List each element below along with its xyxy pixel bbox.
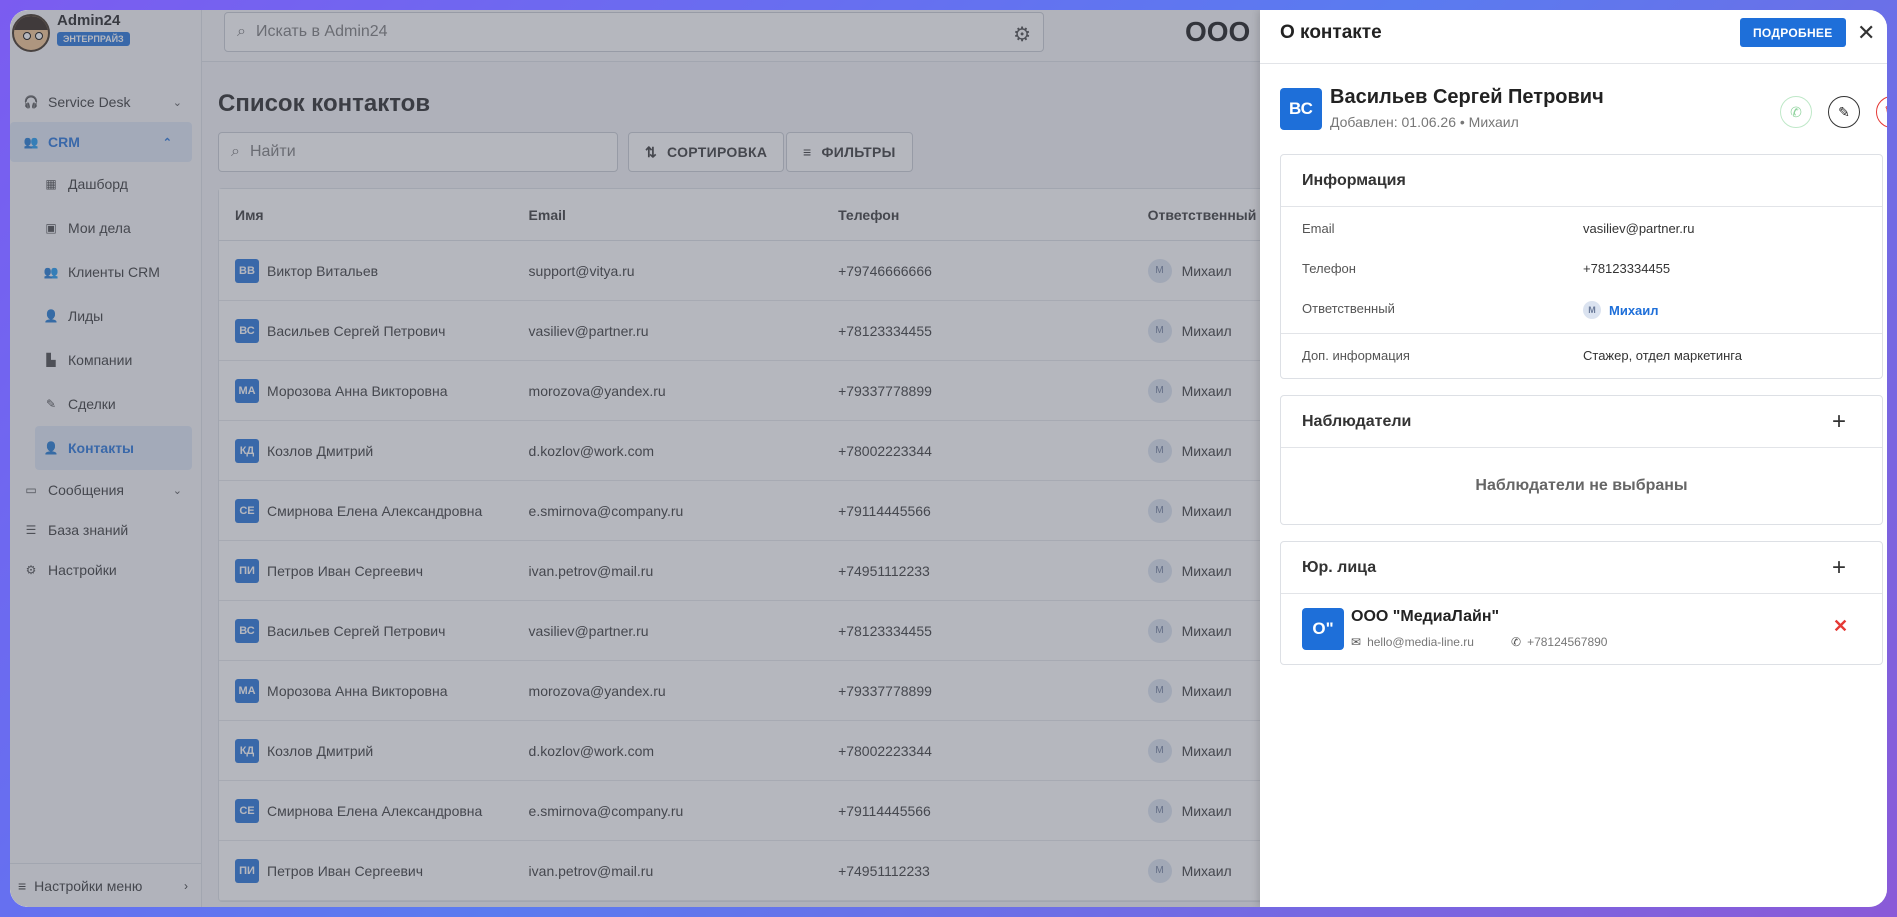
info-label: Телефон <box>1302 261 1356 276</box>
close-icon[interactable]: ✕ <box>1857 22 1875 44</box>
edit-button[interactable]: ✎ <box>1828 96 1860 128</box>
organization-name: ООО "МедиаЛайн" <box>1351 608 1500 625</box>
info-row-extra: Доп. информация Стажер, отдел маркетинга <box>1281 333 1882 378</box>
info-value: Стажер, отдел маркетинга <box>1583 348 1742 363</box>
info-label: Email <box>1302 221 1335 236</box>
contact-header: ВС Васильев Сергей Петрович Добавлен: 01… <box>1280 86 1887 146</box>
info-value: vasiliev@partner.ru <box>1583 221 1695 236</box>
observers-empty-state: Наблюдатели не выбраны <box>1475 477 1688 494</box>
legal-entities-card: Юр. лица + О" ООО "МедиаЛайн" ✉ hello@me… <box>1280 541 1883 665</box>
info-card: Информация Email vasiliev@partner.ru Тел… <box>1280 154 1883 379</box>
info-label: Ответственный <box>1302 301 1395 316</box>
call-button[interactable]: ✆ <box>1780 96 1812 128</box>
responsible-name: Михаил <box>1609 302 1659 318</box>
remove-legal-entity-icon[interactable]: ✕ <box>1833 616 1848 637</box>
delete-button[interactable]: 🗑 <box>1876 96 1887 128</box>
info-row-phone: Телефон +78123334455 <box>1281 249 1882 289</box>
mail-icon: ✉ <box>1351 635 1362 649</box>
observers-card: Наблюдатели + Наблюдатели не выбраны <box>1280 395 1883 525</box>
phone-icon: ✆ <box>1790 103 1802 120</box>
contact-avatar: ВС <box>1280 88 1322 130</box>
app-window: Admin24 ЭНТЕРПРАЙЗ 🎧 Service Desk ⌄ 👥 CR… <box>10 10 1887 907</box>
info-card-title: Информация <box>1281 155 1882 207</box>
legal-entities-header: Юр. лица + <box>1281 542 1882 594</box>
info-row-responsible: Ответственный М Михаил <box>1281 289 1882 329</box>
organization-email: ✉ hello@media-line.ru <box>1351 635 1474 649</box>
info-label: Доп. информация <box>1302 348 1410 363</box>
organization-avatar: О" <box>1302 608 1344 650</box>
contact-name: Васильев Сергей Петрович <box>1330 86 1604 108</box>
contact-meta: Добавлен: 01.06.26 • Михаил <box>1330 114 1519 130</box>
details-button[interactable]: ПОДРОБНЕЕ <box>1740 18 1846 47</box>
drawer-title: О контакте <box>1280 22 1382 43</box>
info-row-email: Email vasiliev@partner.ru <box>1281 209 1882 249</box>
observers-card-header: Наблюдатели + <box>1281 396 1882 448</box>
organization-email-text: hello@media-line.ru <box>1367 635 1474 649</box>
responsible-link[interactable]: М Михаил <box>1583 301 1659 319</box>
organization-phone-text: +78124567890 <box>1527 635 1608 649</box>
observers-title: Наблюдатели <box>1302 412 1412 430</box>
responsible-avatar: М <box>1583 301 1601 319</box>
contact-drawer: О контакте ПОДРОБНЕЕ ✕ ВС Васильев Серге… <box>1260 10 1887 907</box>
legal-entity-item[interactable]: О" ООО "МедиаЛайн" ✉ hello@media-line.ru… <box>1281 594 1882 664</box>
legal-entities-title: Юр. лица <box>1302 558 1377 576</box>
trash-icon: 🗑 <box>1883 104 1887 121</box>
pencil-icon: ✎ <box>1838 103 1850 120</box>
organization-phone: ✆ +78124567890 <box>1511 635 1607 649</box>
add-observer-icon[interactable]: + <box>1832 408 1846 436</box>
drawer-header: О контакте ПОДРОБНЕЕ ✕ <box>1260 10 1887 64</box>
phone-icon: ✆ <box>1511 635 1522 649</box>
info-value: +78123334455 <box>1583 261 1671 276</box>
add-legal-entity-icon[interactable]: + <box>1832 554 1846 582</box>
